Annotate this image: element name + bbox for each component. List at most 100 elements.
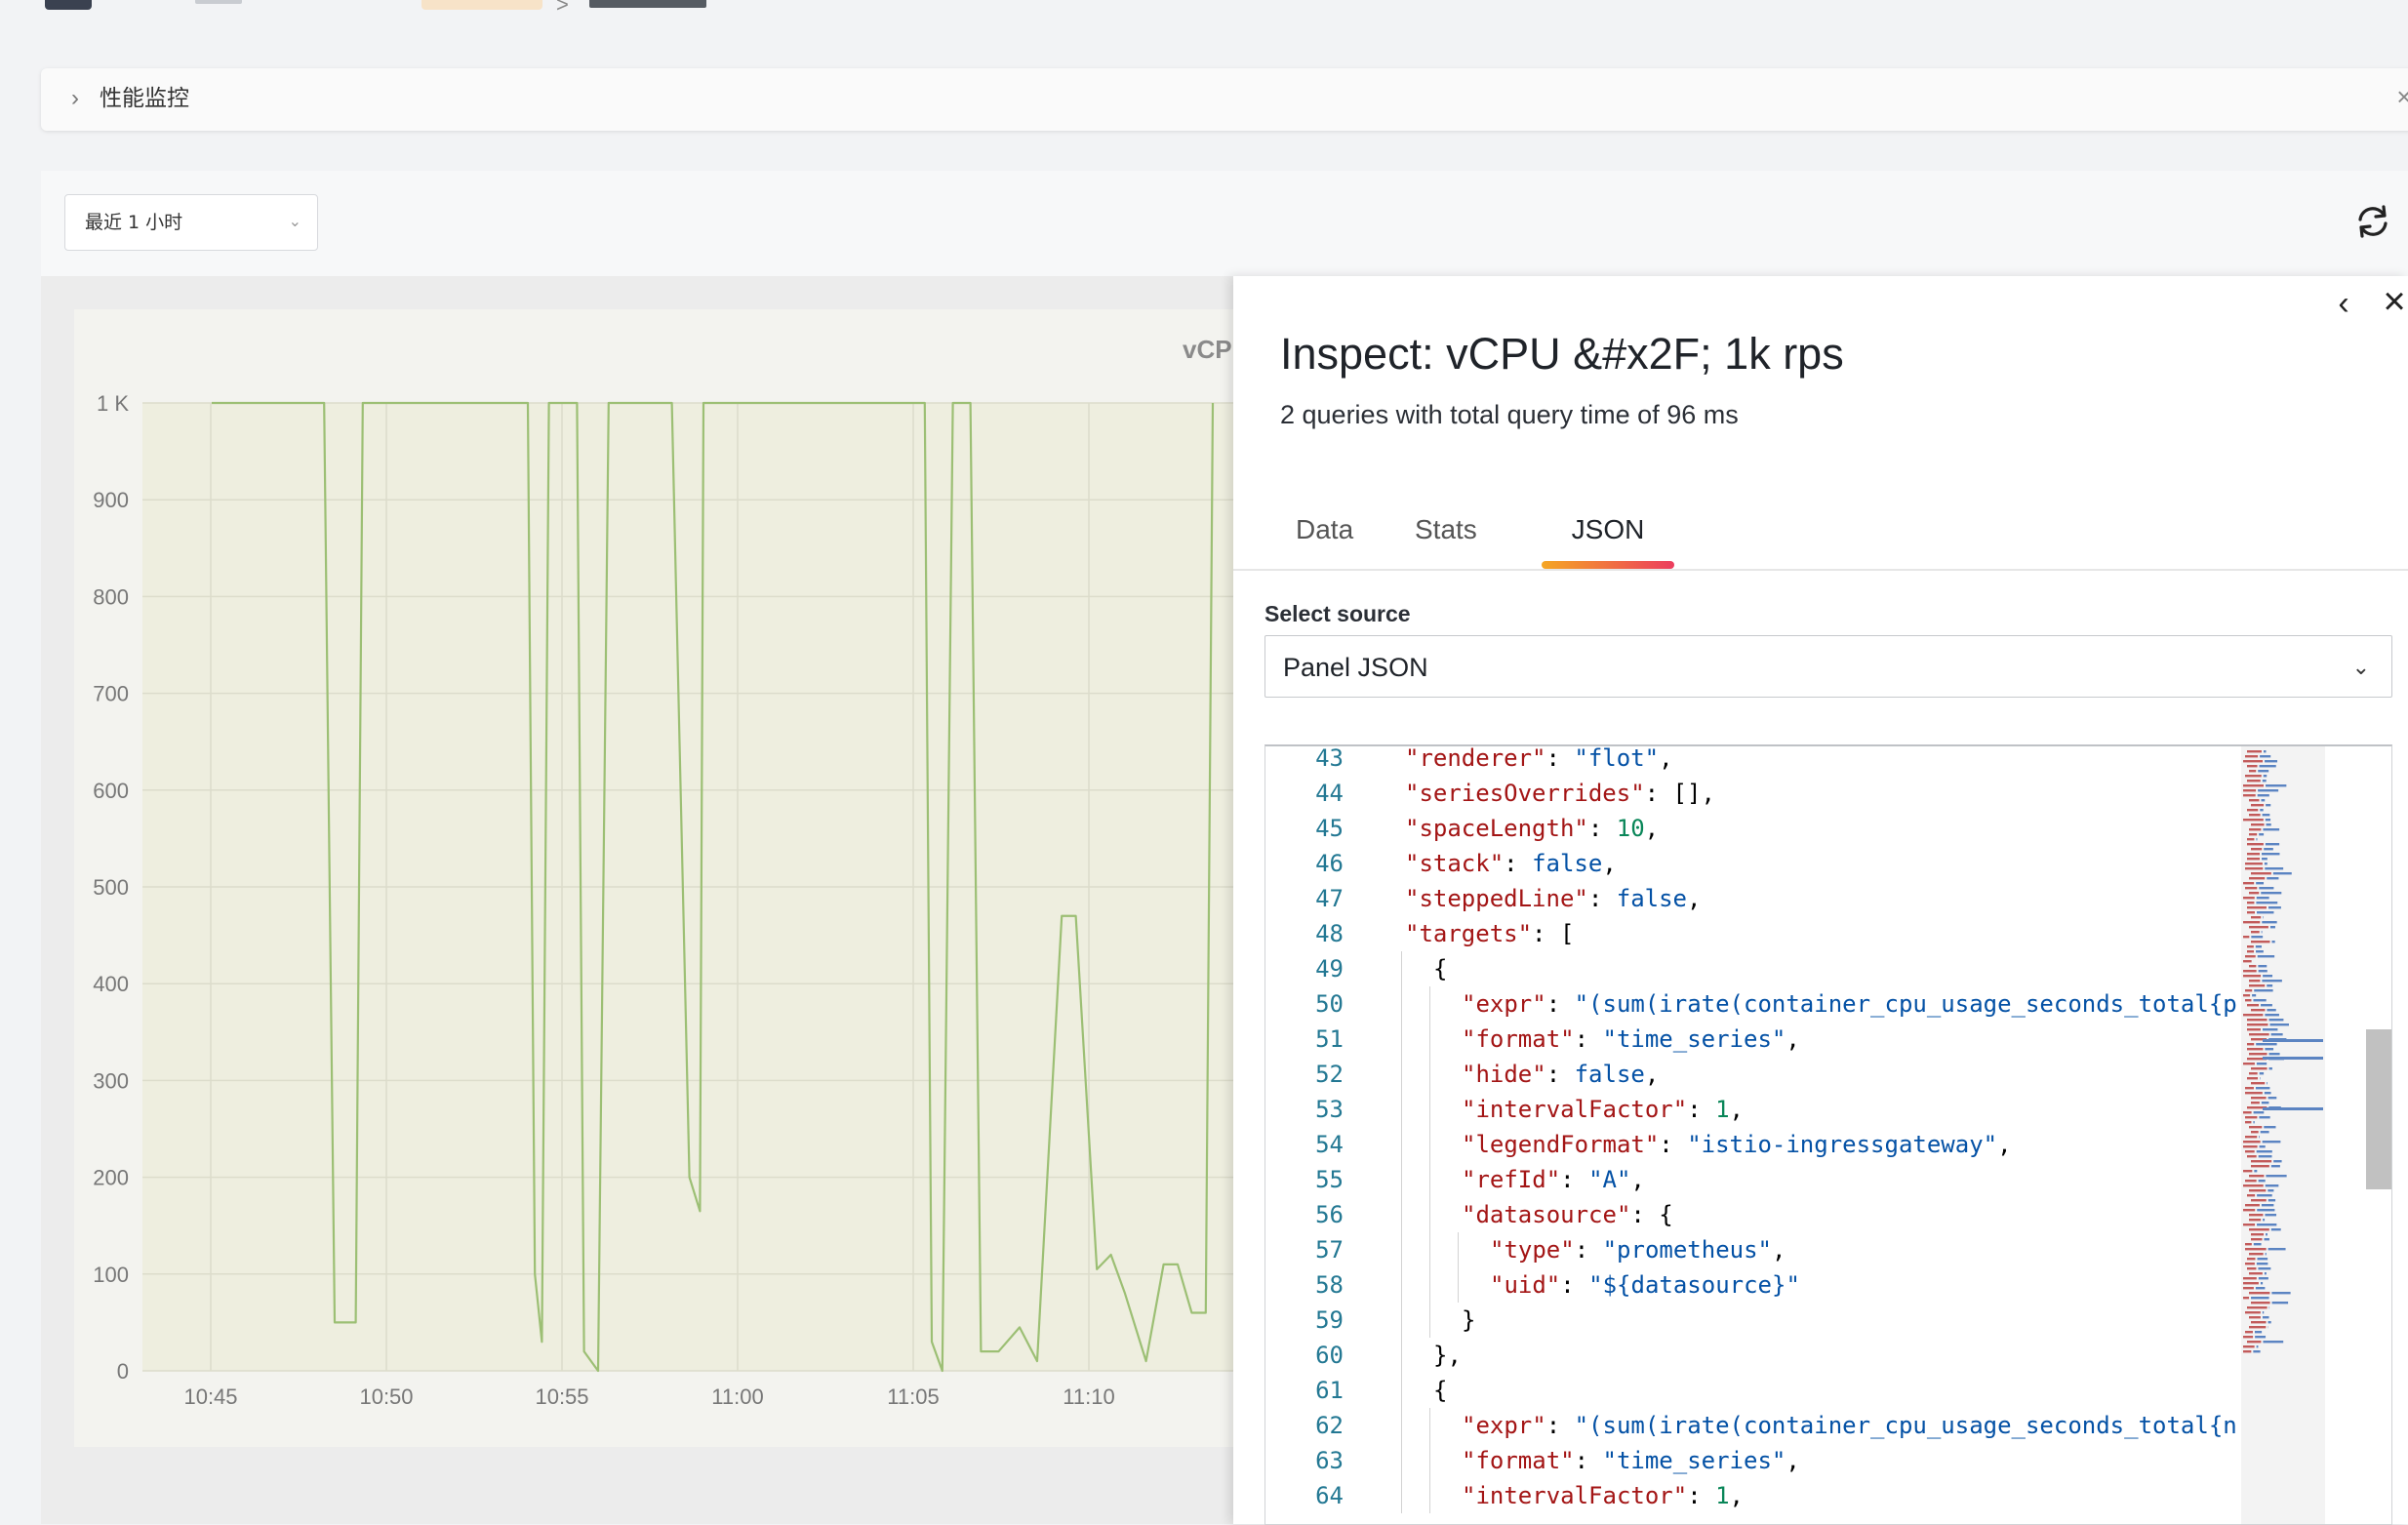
- indent-guide: [1429, 1443, 1430, 1478]
- indent-guide: [1429, 986, 1430, 1022]
- editor-minimap[interactable]: [2241, 746, 2325, 1525]
- line-number: 54: [1265, 1127, 1344, 1162]
- line-chart: 1 K900800700600500400300200100010:4510:5…: [74, 309, 1233, 1447]
- collapse-drawer-icon[interactable]: ‹: [2324, 284, 2363, 323]
- drawer-subtitle: 2 queries with total query time of 96 ms: [1280, 397, 1739, 432]
- indent-guide: [1401, 1022, 1402, 1057]
- indent-guide: [1458, 1232, 1459, 1267]
- indent-guide: [1429, 1478, 1430, 1513]
- select-source-dropdown[interactable]: Panel JSON ⌄: [1264, 635, 2392, 698]
- indent-guide: [1401, 1443, 1402, 1478]
- indent-guide: [1401, 1127, 1402, 1162]
- code-line: "datasource": {: [1462, 1197, 2306, 1232]
- select-source-value: Panel JSON: [1283, 650, 1428, 685]
- dashboard-toolbar: 最近 1 小时 ⌄: [41, 171, 2408, 276]
- indent-guide: [1401, 1303, 1402, 1338]
- tab-json-label: JSON: [1572, 514, 1645, 544]
- line-number: 43: [1265, 744, 1344, 776]
- line-number: 49: [1265, 951, 1344, 986]
- line-number: 63: [1265, 1443, 1344, 1478]
- line-number: 47: [1265, 881, 1344, 916]
- tab-stats[interactable]: Stats: [1415, 501, 1477, 563]
- x-tick-label: 11:10: [1063, 1385, 1114, 1409]
- indent-guide: [1401, 1162, 1402, 1197]
- x-tick-label: 10:55: [535, 1385, 588, 1409]
- inspect-drawer: ‹ × Inspect: vCPU &#x2F; 1k rps 2 querie…: [1233, 276, 2408, 1524]
- y-tick-label: 0: [117, 1359, 129, 1384]
- line-number: 46: [1265, 846, 1344, 881]
- code-area[interactable]: "renderer": "flot","seriesOverrides": []…: [1369, 746, 2306, 1525]
- line-number: 53: [1265, 1092, 1344, 1127]
- y-tick-label: 600: [93, 779, 129, 803]
- code-line: "expr": "(sum(irate(container_cpu_usage_…: [1462, 986, 2306, 1022]
- time-range-value: 最近 1 小时: [85, 209, 182, 236]
- x-tick-label: 10:50: [359, 1385, 413, 1409]
- indent-guide: [1429, 1197, 1430, 1232]
- code-line: "refId": "A",: [1462, 1162, 2306, 1197]
- line-number: 44: [1265, 776, 1344, 811]
- indent-guide: [1401, 1092, 1402, 1127]
- drawer-title: Inspect: vCPU &#x2F; 1k rps: [1280, 325, 1844, 383]
- indent-guide: [1401, 1197, 1402, 1232]
- line-number: 64: [1265, 1478, 1344, 1513]
- y-tick-label: 500: [93, 875, 129, 900]
- top-header: >: [0, 0, 2408, 20]
- y-tick-label: 700: [93, 682, 129, 706]
- json-editor[interactable]: 4344454647484950515253545556575859606162…: [1264, 744, 2392, 1525]
- close-drawer-icon[interactable]: ×: [2375, 282, 2408, 321]
- line-number: 45: [1265, 811, 1344, 846]
- code-line: "intervalFactor": 1,: [1462, 1478, 2306, 1513]
- indent-guide: [1401, 1478, 1402, 1513]
- indent-guide: [1429, 1408, 1430, 1443]
- chevron-down-icon: ⌄: [289, 211, 301, 234]
- line-number: 59: [1265, 1303, 1344, 1338]
- code-line: "targets": [: [1405, 916, 2306, 951]
- line-number: 50: [1265, 986, 1344, 1022]
- code-line: "stack": false,: [1405, 846, 2306, 881]
- x-tick-label: 11:05: [887, 1385, 939, 1409]
- close-icon[interactable]: ×: [2385, 82, 2408, 111]
- code-line: "steppedLine": false,: [1405, 881, 2306, 916]
- code-line: },: [1433, 1338, 2306, 1373]
- code-line: "hide": false,: [1462, 1057, 2306, 1092]
- line-number: 51: [1265, 1022, 1344, 1057]
- line-number: 62: [1265, 1408, 1344, 1443]
- indent-guide: [1401, 1408, 1402, 1443]
- indent-guide: [1401, 1267, 1402, 1303]
- collapse-title: 性能监控: [100, 84, 189, 113]
- indent-guide: [1429, 1303, 1430, 1338]
- time-range-select[interactable]: 最近 1 小时 ⌄: [64, 194, 318, 251]
- vertical-scrollbar[interactable]: [2366, 1029, 2392, 1189]
- y-tick-label: 800: [93, 584, 129, 609]
- line-number: 61: [1265, 1373, 1344, 1408]
- env-badge: [421, 0, 542, 10]
- code-line: {: [1433, 951, 2306, 986]
- code-line: "format": "time_series",: [1462, 1022, 2306, 1057]
- indent-guide: [1429, 1267, 1430, 1303]
- code-line: "renderer": "flot",: [1405, 746, 2306, 776]
- collapse-panel[interactable]: › 性能监控 ×: [41, 68, 2408, 131]
- indent-guide: [1401, 986, 1402, 1022]
- indent-guide: [1429, 1127, 1430, 1162]
- select-source-label: Select source: [1264, 599, 1411, 628]
- line-number: 58: [1265, 1267, 1344, 1303]
- chart-panel: 1 K900800700600500400300200100010:4510:5…: [74, 309, 1233, 1447]
- refresh-icon[interactable]: [2351, 200, 2394, 243]
- indent-guide: [1429, 1092, 1430, 1127]
- line-number: 56: [1265, 1197, 1344, 1232]
- tab-json[interactable]: JSON: [1542, 501, 1674, 563]
- code-line: "type": "prometheus",: [1490, 1232, 2306, 1267]
- indent-guide: [1429, 1162, 1430, 1197]
- y-tick-label: 300: [93, 1068, 129, 1093]
- line-number: 52: [1265, 1057, 1344, 1092]
- chevron-right-icon[interactable]: ›: [60, 84, 90, 113]
- x-tick-label: 10:45: [183, 1385, 237, 1409]
- code-line: "intervalFactor": 1,: [1462, 1092, 2306, 1127]
- nav-text: [195, 0, 242, 4]
- indent-guide: [1401, 1232, 1402, 1267]
- indent-guide: [1458, 1267, 1459, 1303]
- tab-data[interactable]: Data: [1296, 501, 1353, 563]
- line-number: 60: [1265, 1338, 1344, 1373]
- app-logo[interactable]: [45, 0, 92, 10]
- breadcrumb-separator: >: [556, 0, 569, 18]
